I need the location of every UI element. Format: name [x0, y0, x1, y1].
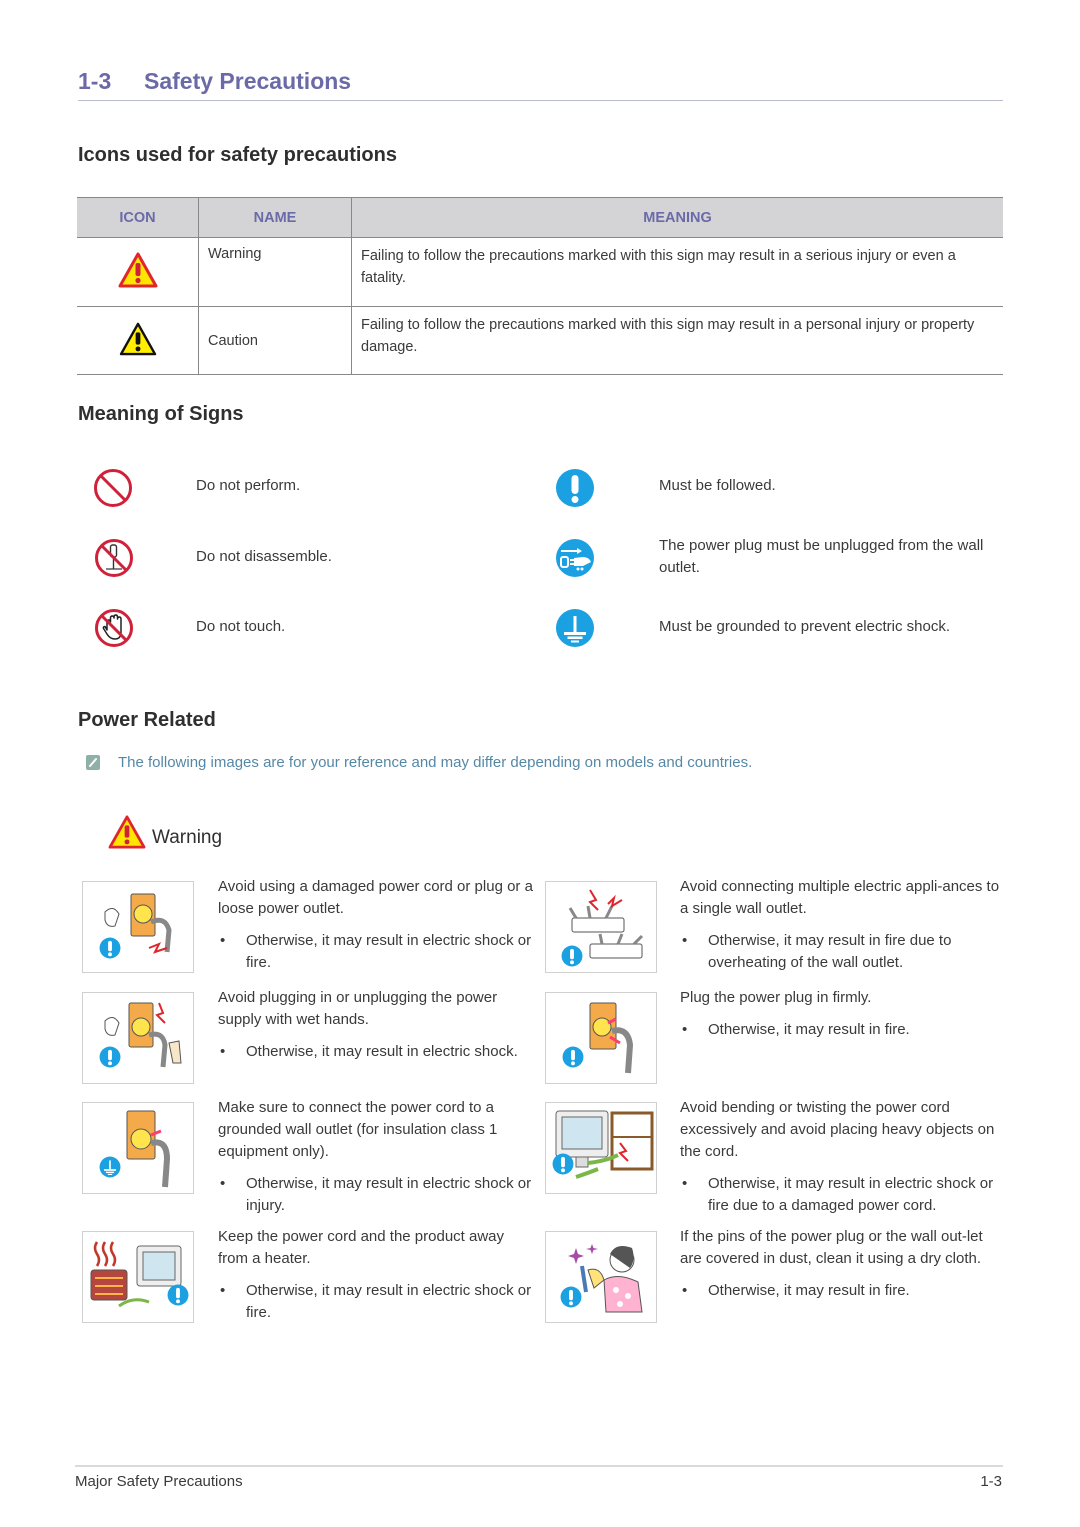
must-follow-icon	[561, 945, 583, 967]
do-not-disassemble-icon	[95, 539, 133, 577]
must-follow-icon	[562, 1046, 584, 1068]
heater-illustration	[82, 1231, 194, 1323]
precaution-item: Avoid plugging in or unplugging the powe…	[218, 987, 538, 1063]
cell-icon	[77, 306, 199, 375]
precaution-item: If the pins of the power plug or the wal…	[680, 1226, 1005, 1302]
precaution-text: Make sure to connect the power cord to a…	[218, 1099, 498, 1160]
consequence: • Otherwise, it may result in fire due to…	[682, 932, 952, 971]
warning-triangle-red-icon	[108, 815, 146, 849]
bent-cord-illustration	[545, 1102, 657, 1194]
warning-label: Warning	[152, 827, 223, 848]
precaution-item: Make sure to connect the power cord to a…	[218, 1097, 538, 1217]
icons-table: ICON NAME MEANING Warning Failing to fol…	[77, 197, 1003, 375]
dusty-plug-illustration	[545, 1231, 657, 1323]
cell-meaning: Failing to follow the precautions marked…	[351, 306, 1003, 375]
sign-text: Must be followed.	[659, 477, 776, 494]
precaution-item: Avoid using a damaged power cord or plug…	[218, 876, 538, 974]
must-follow-icon	[167, 1284, 189, 1306]
must-follow-icon	[552, 1153, 574, 1175]
section-title-text: Safety Precautions	[144, 68, 352, 94]
page-number: 1-3	[980, 1473, 1002, 1490]
sign-text: Do not touch.	[196, 618, 286, 635]
precaution-text: Plug the power plug in firmly.	[680, 989, 872, 1006]
precaution-text: Avoid using a damaged power cord or plug…	[218, 878, 533, 917]
damaged-plug-illustration	[82, 881, 194, 973]
note-icon	[86, 755, 100, 770]
signs-heading: Meaning of Signs	[78, 403, 244, 425]
consequence: • Otherwise, it may result in electric sh…	[682, 1175, 994, 1214]
consequence: • Otherwise, it may result in electric sh…	[220, 1175, 532, 1214]
header-icon: ICON	[77, 197, 199, 238]
ground-icon	[99, 1156, 121, 1178]
sign-text: Do not disassemble.	[196, 548, 332, 565]
precaution-item: Avoid bending or twisting the power cord…	[680, 1097, 1005, 1217]
precaution-text: If the pins of the power plug or the wal…	[680, 1228, 983, 1267]
power-heading: Power Related	[78, 709, 216, 731]
warning-triangle-red-icon	[118, 252, 158, 288]
consequence: • Otherwise, it may result in electric sh…	[220, 1282, 532, 1321]
must-follow-icon	[99, 1046, 121, 1068]
cell-meaning: Failing to follow the precautions marked…	[351, 237, 1003, 307]
prohibited-icon	[94, 469, 132, 507]
sign-text: The power plug must be unplugged from th…	[659, 537, 984, 576]
precaution-text: Avoid connecting multiple electric appli…	[680, 878, 1000, 917]
header-meaning: MEANING	[351, 197, 1003, 238]
do-not-touch-icon	[95, 609, 133, 647]
unplug-icon	[556, 539, 594, 577]
table-row: Warning Failing to follow the precaution…	[77, 237, 1003, 307]
warning-subheading: Warning	[108, 815, 222, 849]
precaution-text: Avoid bending or twisting the power cord…	[680, 1099, 995, 1160]
precaution-item: Keep the power cord and the product away…	[218, 1226, 538, 1324]
reference-note: The following images are for your refere…	[118, 754, 753, 771]
caution-triangle-black-icon	[119, 322, 157, 356]
must-follow-icon	[99, 937, 121, 959]
cell-name: Warning	[198, 237, 352, 307]
title-divider	[78, 100, 1003, 101]
header-name: NAME	[198, 197, 352, 238]
icons-heading: Icons used for safety precautions	[78, 144, 397, 166]
sign-text: Must be grounded to prevent electric sho…	[659, 618, 950, 635]
plug-firmly-illustration	[545, 992, 657, 1084]
sign-text: Do not perform.	[196, 477, 301, 494]
cell-icon	[77, 237, 199, 307]
wet-hands-illustration	[82, 992, 194, 1084]
table-header-row: ICON NAME MEANING	[77, 197, 1003, 238]
precaution-item: Avoid connecting multiple electric appli…	[680, 876, 1005, 974]
footer-chapter-title: Major Safety Precautions	[75, 1473, 243, 1490]
consequence: • Otherwise, it may result in fire.	[682, 1282, 910, 1299]
precaution-item: Plug the power plug in firmly. • Otherwis…	[680, 987, 1005, 1041]
precaution-text: Avoid plugging in or unplugging the powe…	[218, 989, 498, 1028]
table-row: Caution Failing to follow the precaution…	[77, 306, 1003, 375]
grounded-outlet-illustration	[82, 1102, 194, 1194]
must-follow-icon	[555, 468, 595, 508]
cell-name: Caution	[198, 306, 352, 375]
must-follow-icon	[560, 1286, 582, 1308]
section-title: 1-3 Safety Precautions	[78, 68, 351, 95]
ground-icon	[555, 608, 595, 648]
precaution-text: Keep the power cord and the product away…	[218, 1228, 505, 1267]
multiple-appliances-illustration	[545, 881, 657, 973]
footer-divider	[75, 1465, 1003, 1467]
consequence: • Otherwise, it may result in electric sh…	[220, 932, 532, 971]
consequence: • Otherwise, it may result in fire.	[682, 1021, 910, 1038]
consequence: • Otherwise, it may result in electric sh…	[220, 1043, 518, 1060]
section-number: 1-3	[78, 68, 112, 94]
